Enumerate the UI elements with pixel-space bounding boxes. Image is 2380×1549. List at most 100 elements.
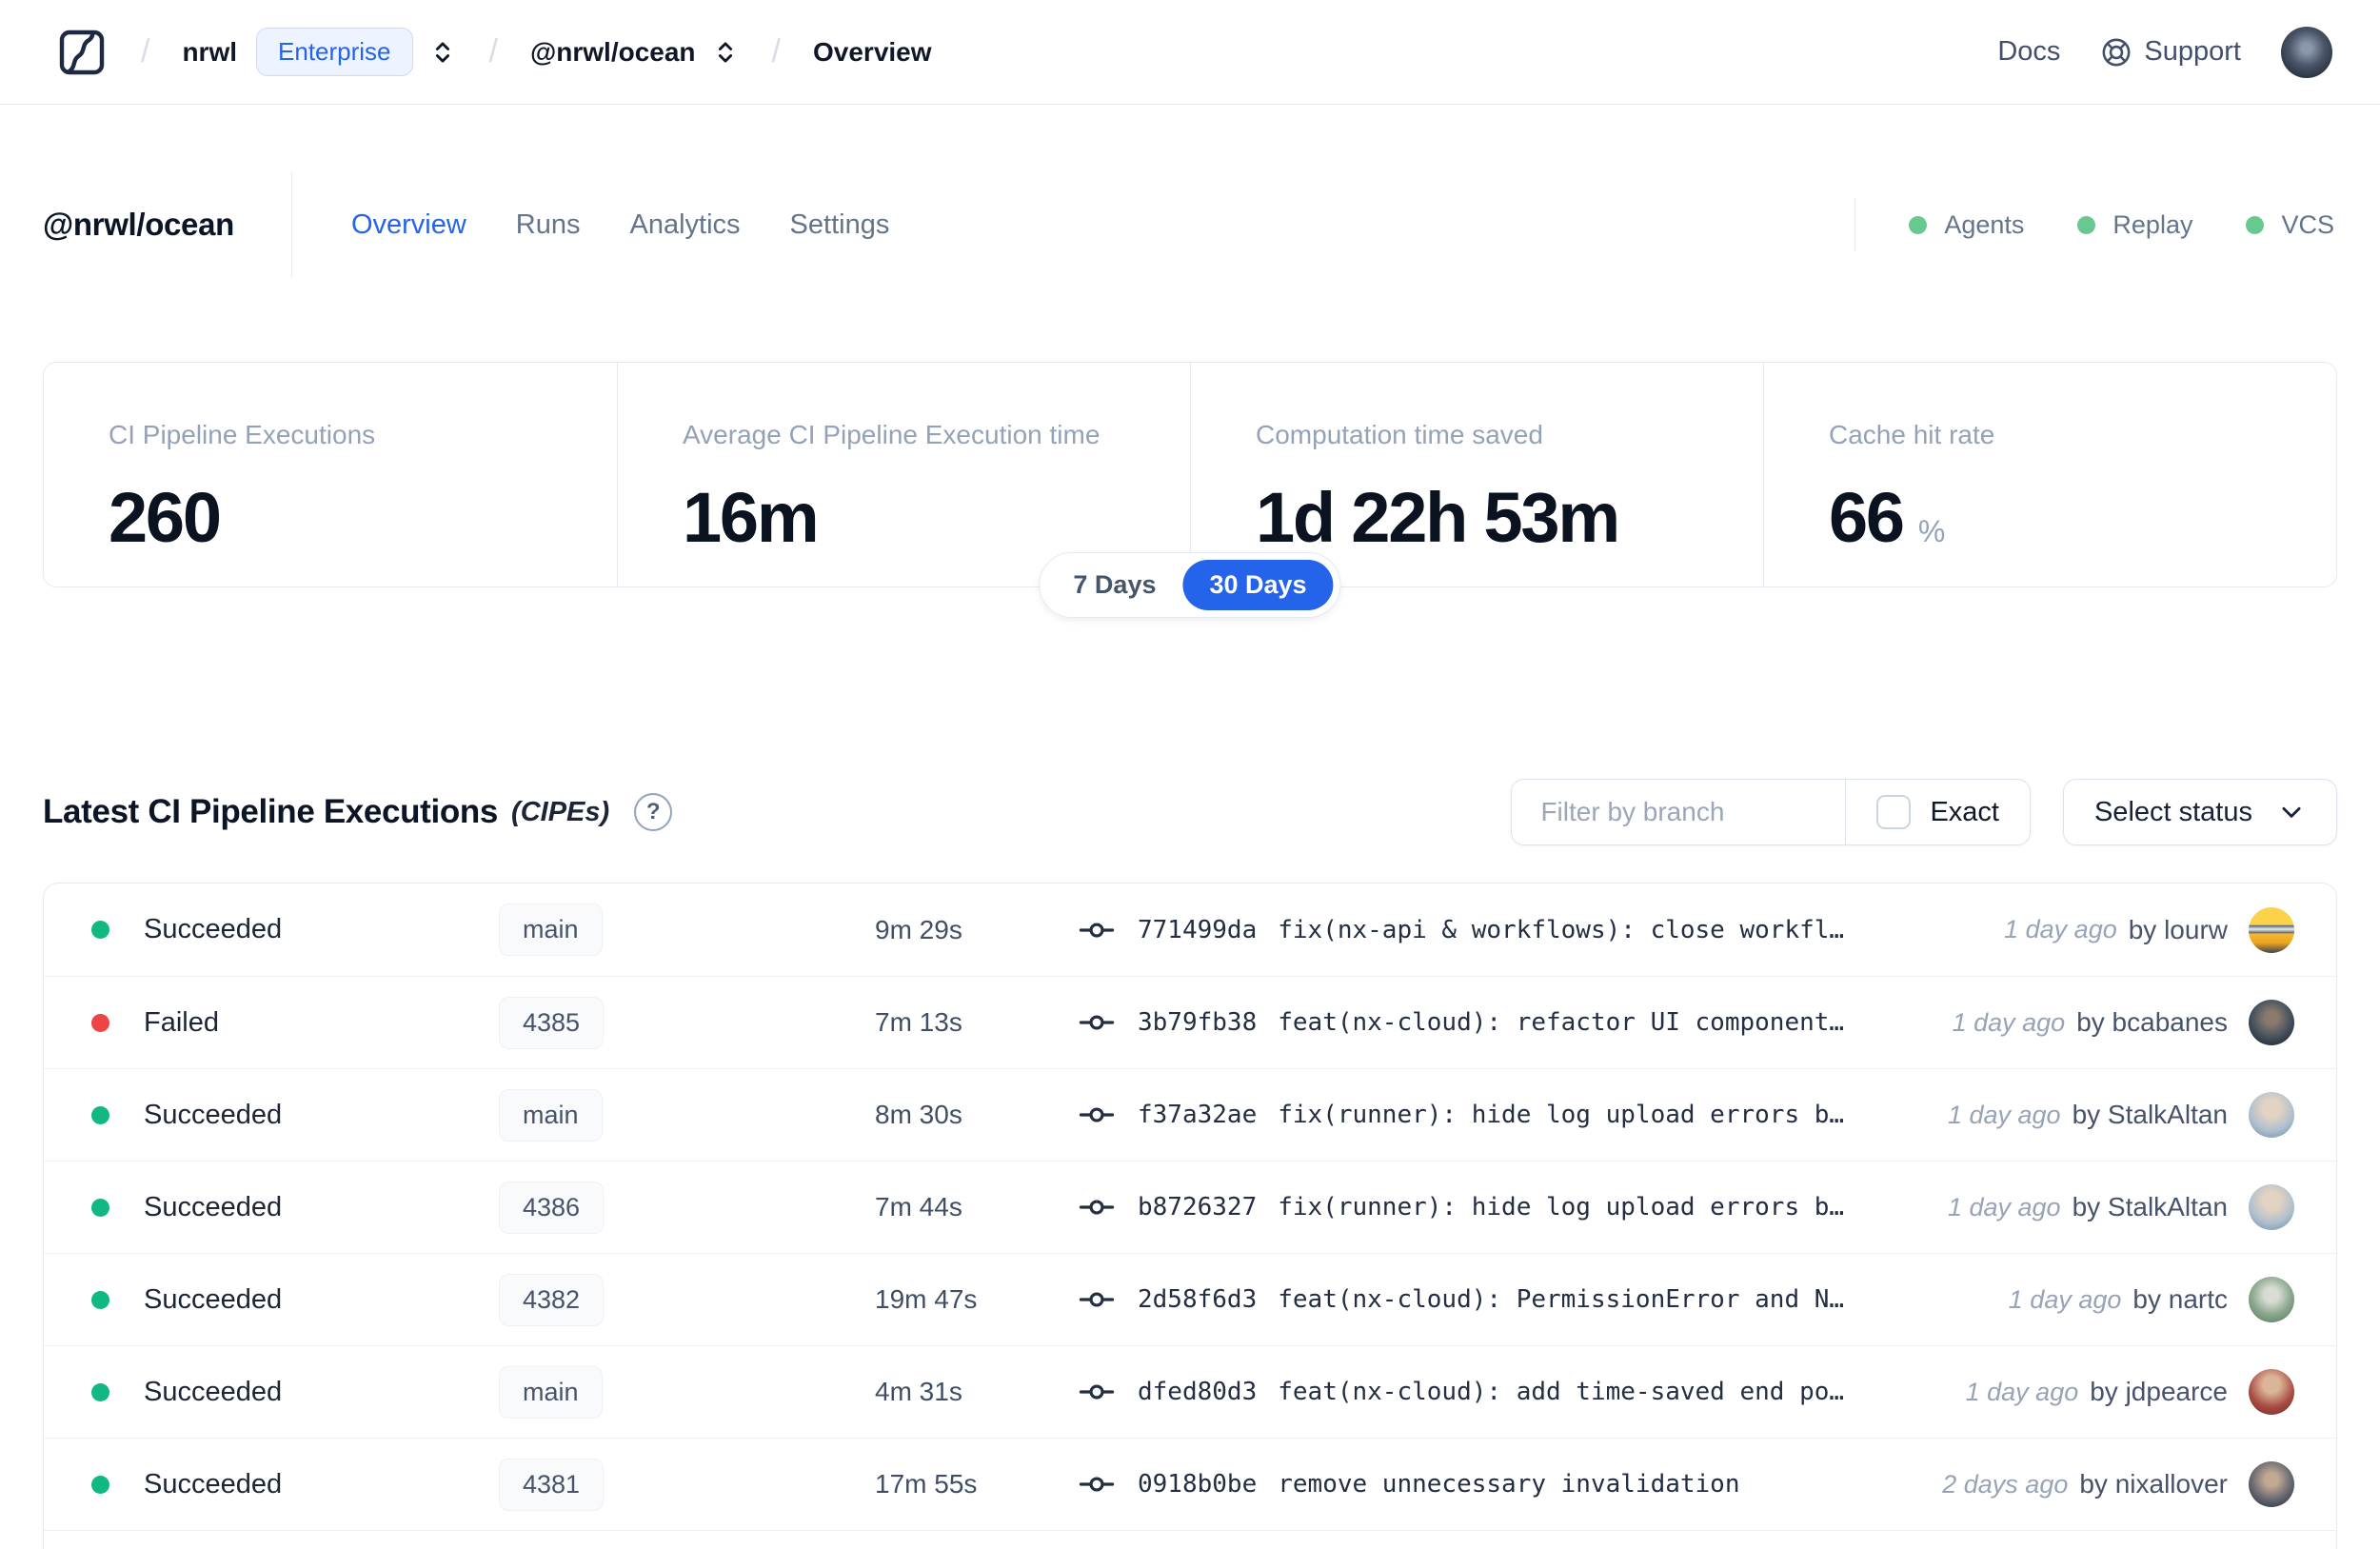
git-commit-icon [1077, 1464, 1117, 1504]
life-buoy-icon [2100, 36, 2132, 69]
stat-value: 16m [683, 478, 820, 557]
duration: 9m 29s [875, 914, 962, 944]
exact-checkbox-wrap[interactable]: Exact [1846, 780, 2030, 844]
branch-badge[interactable]: main [499, 1088, 603, 1142]
table-row[interactable]: Succeeded 4382 19m 47s 2d58f6d3 feat(nx-… [44, 1253, 2336, 1345]
cipes-title-suffix: (CIPEs) [511, 796, 610, 827]
author: by StalkAltan [2072, 1192, 2228, 1221]
select-status-dropdown[interactable]: Select status [2062, 779, 2337, 845]
status-label: Succeeded [144, 1468, 283, 1499]
time-ago: 1 day ago [2008, 1284, 2122, 1314]
author-avatar [2249, 1000, 2294, 1045]
tab-settings[interactable]: Settings [790, 209, 890, 241]
indicator-replay[interactable]: Replay [2077, 210, 2192, 240]
status-label: Succeeded [144, 1099, 283, 1130]
commit-hash[interactable]: 0918b0be [1138, 1470, 1257, 1499]
commit-message: fix(runner): hide log upload errors b… [1278, 1101, 1845, 1129]
table-row[interactable]: Succeeded main 9m 29s 771499da fix(nx-ap… [44, 884, 2336, 976]
exact-checkbox[interactable] [1876, 795, 1912, 829]
git-commit-icon [1077, 1280, 1117, 1320]
support-link[interactable]: Support [2100, 36, 2241, 69]
duration: 8m 30s [875, 1100, 962, 1129]
user-avatar[interactable] [2281, 26, 2332, 78]
breadcrumb-separator: / [771, 33, 781, 70]
branch-filter-input[interactable] [1512, 780, 1846, 844]
green-status-dot [2077, 215, 2096, 234]
workspace-switcher-chevrons-icon[interactable] [711, 38, 740, 67]
table-row-partial [44, 1530, 2336, 1549]
duration: 4m 31s [875, 1377, 962, 1406]
commit-hash[interactable]: 2d58f6d3 [1138, 1285, 1257, 1314]
duration: 7m 44s [875, 1192, 962, 1221]
status-label: Succeeded [144, 1376, 283, 1407]
cipes-title: Latest CI Pipeline Executions [43, 793, 499, 830]
duration: 17m 55s [875, 1469, 978, 1499]
status-label: Failed [144, 1006, 219, 1038]
author: by lourw [2128, 914, 2228, 944]
time-ago: 1 day ago [1947, 1192, 2061, 1221]
branch-badge[interactable]: main [499, 1365, 603, 1419]
org-switcher-chevrons-icon[interactable] [428, 38, 457, 67]
success-dot-icon [91, 1198, 109, 1217]
status-label: Succeeded [144, 1283, 283, 1315]
branch-badge[interactable]: 4386 [499, 1181, 605, 1234]
branch-badge[interactable]: main [499, 904, 603, 956]
chevron-down-icon [2277, 798, 2306, 826]
breadcrumb-separator: / [141, 33, 150, 70]
failed-dot-icon [91, 1013, 109, 1032]
branch-badge[interactable]: 4381 [499, 1458, 605, 1511]
stat-value: 260 [109, 478, 222, 557]
author: by nartc [2132, 1284, 2228, 1314]
indicator-agents[interactable]: Agents [1909, 210, 2024, 240]
table-row[interactable]: Failed 4385 7m 13s 3b79fb38 feat(nx-clou… [44, 976, 2336, 1068]
commit-message: fix(runner): hide log upload errors b… [1278, 1193, 1845, 1221]
workspace-bar: @nrwl/ocean Overview Runs Analytics Sett… [43, 171, 2334, 278]
table-row[interactable]: Succeeded 4386 7m 44s b8726327 fix(runne… [44, 1161, 2336, 1253]
author: by StalkAltan [2072, 1100, 2228, 1129]
support-label: Support [2144, 36, 2241, 67]
range-7-days[interactable]: 7 Days [1046, 560, 1182, 610]
commit-hash[interactable]: b8726327 [1138, 1193, 1257, 1221]
author: by bcabanes [2076, 1007, 2228, 1037]
commit-message: remove unnecessary invalidation [1278, 1470, 1740, 1499]
tab-analytics[interactable]: Analytics [630, 209, 741, 241]
git-commit-icon [1077, 1372, 1117, 1412]
nx-cloud-logo-icon[interactable] [55, 26, 109, 79]
table-row[interactable]: Succeeded main 4m 31s dfed80d3 feat(nx-c… [44, 1345, 2336, 1438]
branch-badge[interactable]: 4385 [499, 996, 605, 1049]
top-header: / nrwl Enterprise / @nrwl/ocean / Overvi… [0, 0, 2380, 105]
table-row[interactable]: Succeeded 4381 17m 55s 0918b0be remove u… [44, 1438, 2336, 1530]
select-status-label: Select status [2093, 796, 2252, 827]
stat-value: 1d 22h 53m [1256, 478, 1620, 557]
tab-runs[interactable]: Runs [516, 209, 581, 241]
range-30-days[interactable]: 30 Days [1182, 560, 1334, 610]
time-ago: 1 day ago [1952, 1007, 2066, 1037]
workspace-title: @nrwl/ocean [43, 207, 234, 242]
commit-hash[interactable]: dfed80d3 [1138, 1378, 1257, 1406]
commit-hash[interactable]: 3b79fb38 [1138, 1008, 1257, 1037]
table-row[interactable]: Succeeded main 8m 30s f37a32ae fix(runne… [44, 1068, 2336, 1161]
breadcrumb-workspace[interactable]: @nrwl/ocean [530, 37, 696, 68]
breadcrumb-org[interactable]: nrwl [182, 37, 237, 68]
stat-ci-pipeline-executions: CI Pipeline Executions 260 [109, 420, 376, 557]
author-avatar [2249, 1369, 2294, 1415]
help-icon[interactable]: ? [634, 793, 673, 831]
green-status-dot [1909, 215, 1928, 234]
author: by nixallover [2079, 1469, 2228, 1499]
commit-hash[interactable]: f37a32ae [1138, 1101, 1257, 1129]
time-ago: 1 day ago [1947, 1100, 2061, 1129]
docs-link[interactable]: Docs [1997, 36, 2060, 68]
stat-value: 66 [1829, 478, 1905, 557]
commit-hash[interactable]: 771499da [1138, 916, 1257, 944]
plan-badge[interactable]: Enterprise [256, 28, 413, 76]
branch-badge[interactable]: 4382 [499, 1273, 605, 1326]
time-ago: 1 day ago [2004, 915, 2117, 943]
git-commit-icon [1077, 1095, 1117, 1135]
date-range-toggle: 7 Days 30 Days [1039, 552, 1341, 618]
success-dot-icon [91, 1382, 109, 1401]
indicator-vcs[interactable]: VCS [2246, 210, 2334, 240]
workspace-tabs: Overview Runs Analytics Settings [351, 209, 889, 241]
commit-message: feat(nx-cloud): refactor UI component… [1278, 1008, 1845, 1037]
tab-overview[interactable]: Overview [351, 209, 466, 241]
status-label: Succeeded [144, 1191, 283, 1222]
